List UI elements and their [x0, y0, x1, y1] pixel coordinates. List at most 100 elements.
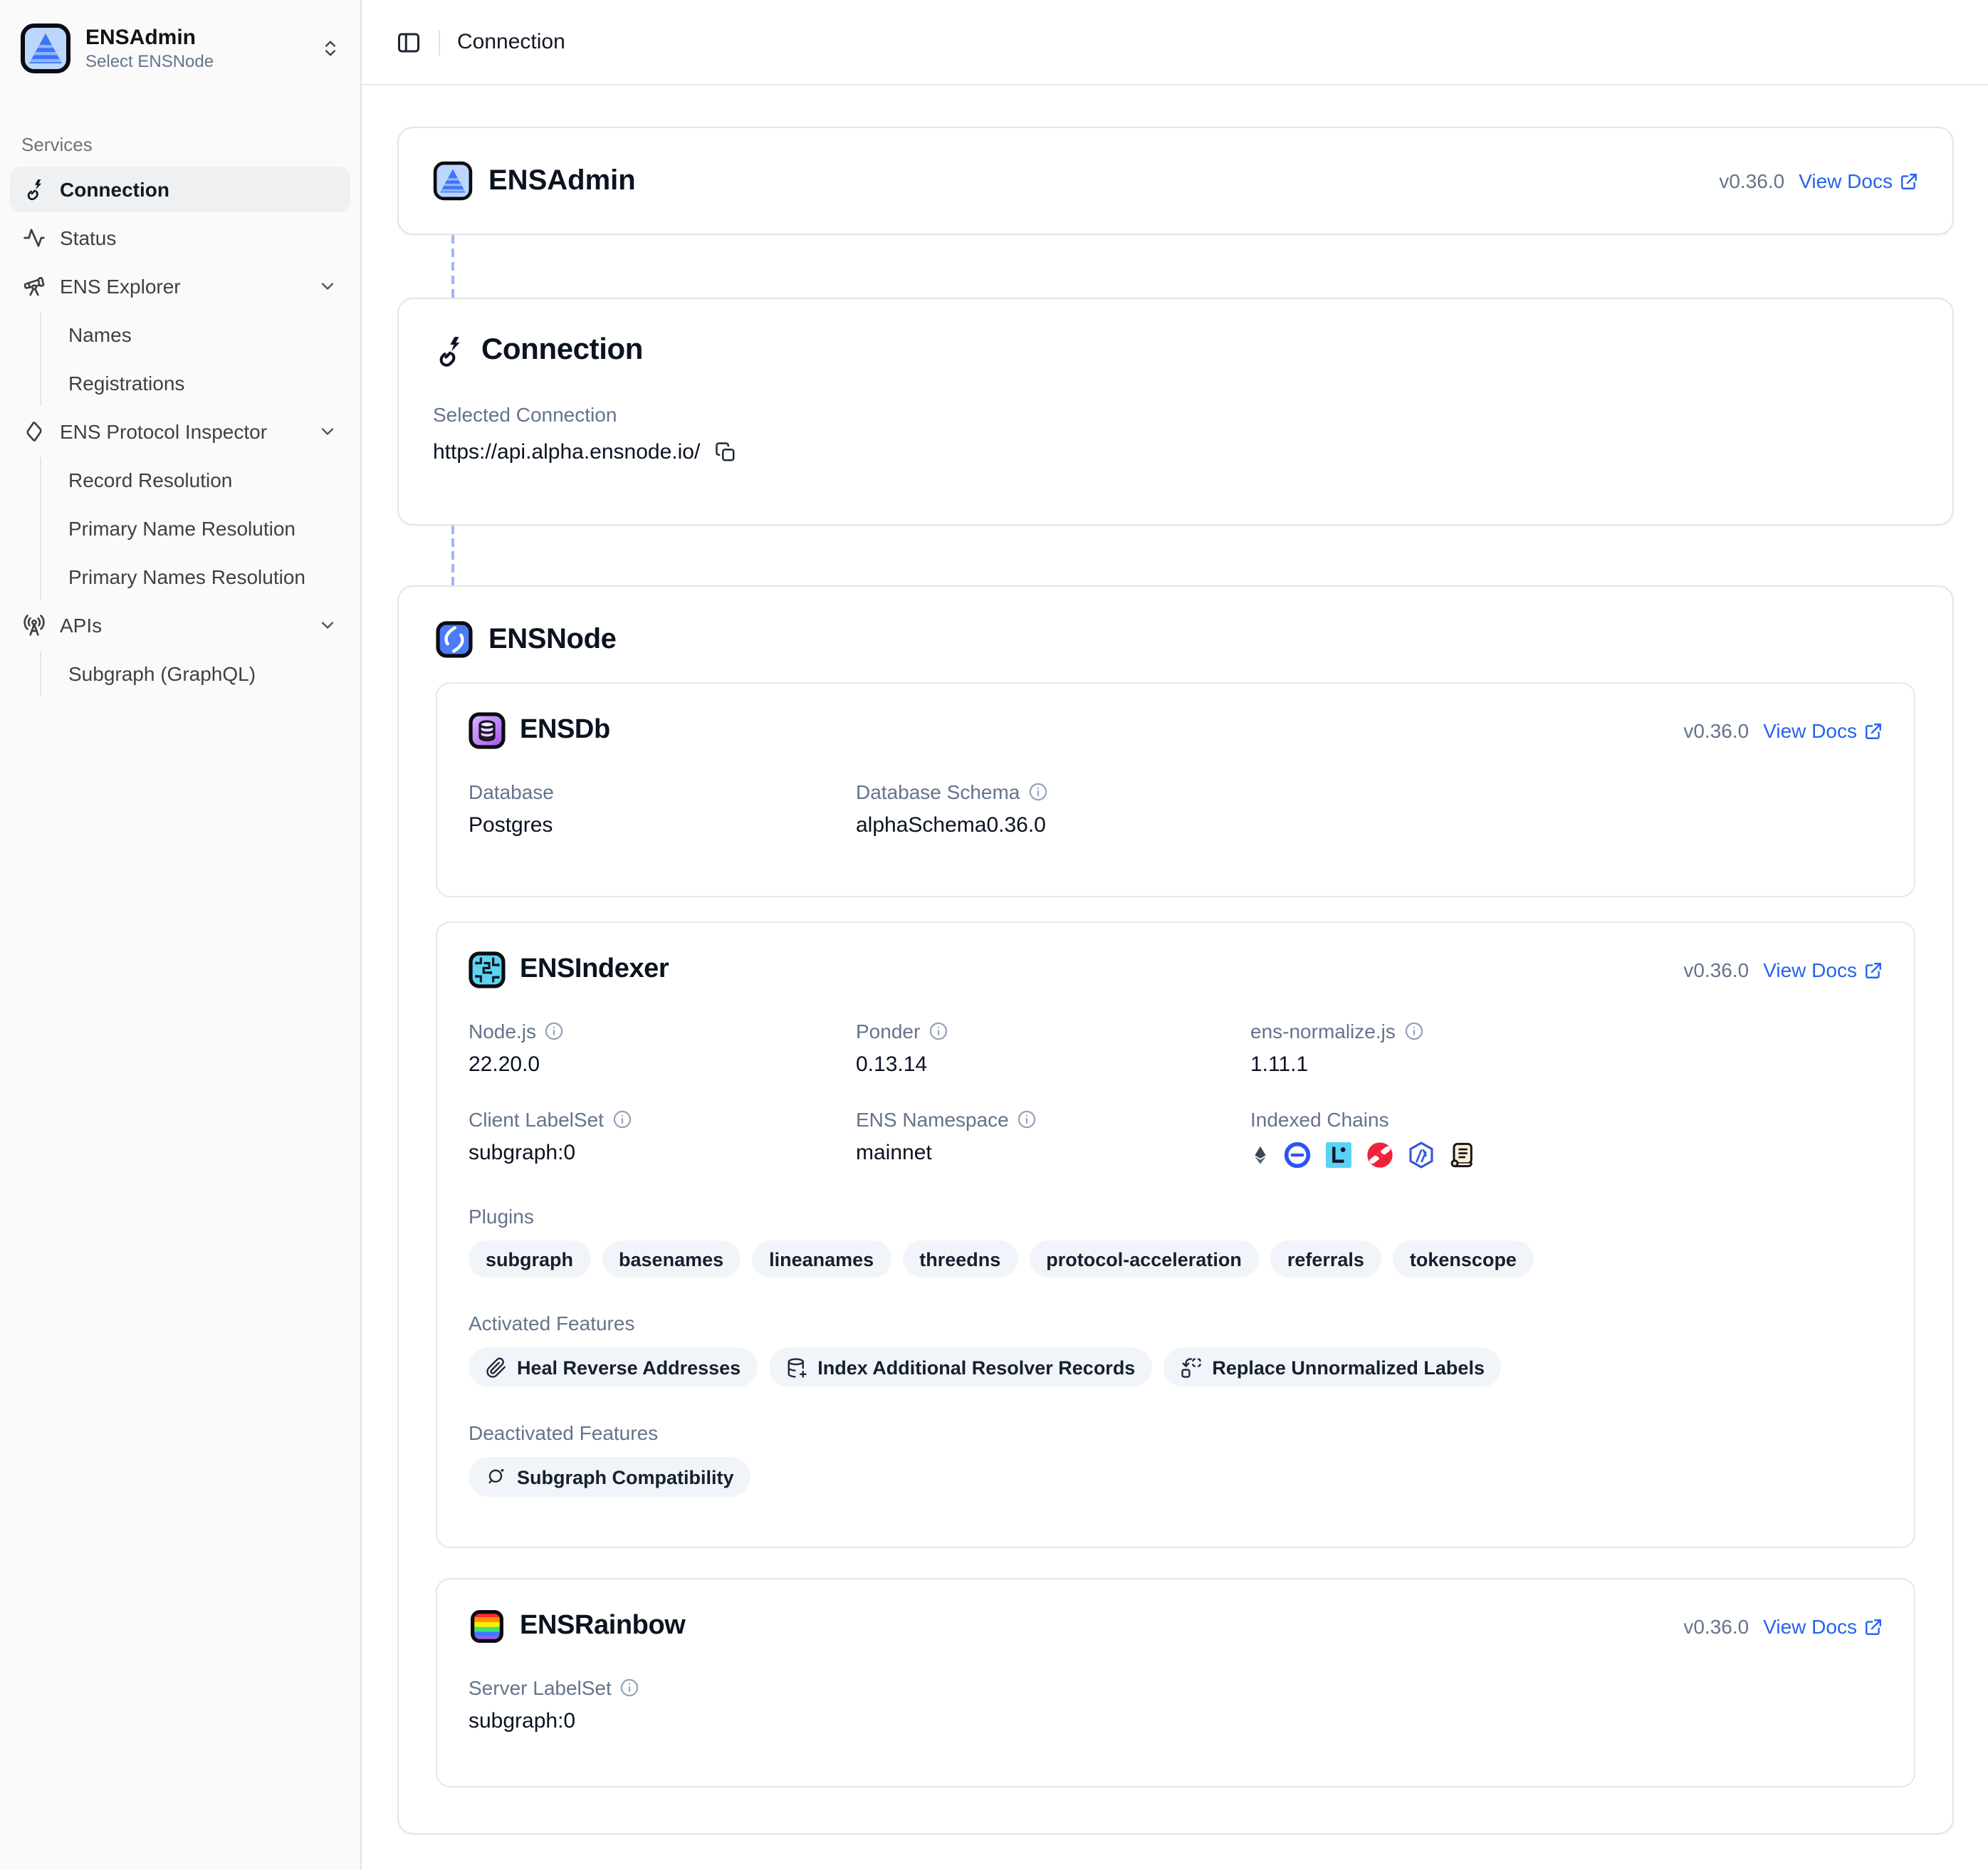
sidebar-item-status[interactable]: Status — [10, 215, 350, 261]
ethereum-icon — [1250, 1141, 1270, 1169]
database-plus-icon — [786, 1357, 807, 1378]
database-schema-value: alphaSchema0.36.0 — [856, 813, 1250, 837]
sidebar-item-ens-protocol-inspector[interactable]: ENS Protocol Inspector — [10, 409, 350, 454]
activated-features-label: Activated Features — [469, 1312, 1883, 1334]
chevron-down-icon — [318, 276, 338, 296]
view-docs-link[interactable]: View Docs — [1763, 958, 1883, 981]
sidebar-toggle-icon[interactable] — [396, 29, 422, 55]
connection-icon — [23, 178, 46, 201]
server-labelset-field: Server LabelSet subgraph:0 — [469, 1676, 856, 1733]
sidebar-nav: Connection Status ENS Explorer Names Reg… — [0, 167, 360, 696]
connector-line — [451, 526, 454, 585]
ensadmin-card-title: ENSAdmin — [488, 164, 636, 197]
sidebar-item-connection[interactable]: Connection — [10, 167, 350, 212]
sidebar-item-label: Record Resolution — [68, 469, 232, 491]
ensdb-card-title: ENSDb — [520, 715, 610, 746]
paperclip-icon — [486, 1357, 507, 1378]
radio-tower-icon — [23, 614, 46, 637]
sidebar-item-label: Subgraph (GraphQL) — [68, 662, 256, 685]
database-field: Database Postgres — [469, 780, 856, 837]
ensrainbow-card: ENSRainbow v0.36.0 View Docs Se — [436, 1578, 1915, 1787]
info-icon[interactable] — [620, 1678, 640, 1698]
services-section-label: Services — [21, 134, 360, 155]
feature-chip: Subgraph Compatibility — [469, 1457, 751, 1497]
ens-namespace-value: mainnet — [856, 1141, 1250, 1165]
sidebar-item-label: APIs — [60, 614, 102, 637]
version-badge: v0.36.0 — [1683, 1615, 1749, 1638]
ens-explorer-subgroup: Names Registrations — [40, 312, 350, 406]
ensnode-logo-icon — [436, 621, 473, 658]
sidebar-item-label: Names — [68, 323, 132, 346]
sidebar-item-primary-name-resolution[interactable]: Primary Name Resolution — [57, 506, 350, 551]
chevrons-up-down-icon — [320, 38, 340, 58]
ponder-value: 0.13.14 — [856, 1052, 1250, 1077]
client-labelset-value: subgraph:0 — [469, 1141, 856, 1165]
connection-card-title: Connection — [481, 333, 643, 367]
connector-line — [451, 235, 454, 298]
ensadmin-card: ENSAdmin v0.36.0 View Docs — [397, 127, 1954, 235]
scroll-icon — [1448, 1141, 1477, 1169]
sidebar-item-primary-names-resolution[interactable]: Primary Names Resolution — [57, 554, 350, 600]
ensdb-card: ENSDb v0.36.0 View Docs Database P — [436, 682, 1915, 897]
info-icon[interactable] — [545, 1021, 565, 1041]
view-docs-link[interactable]: View Docs — [1763, 719, 1883, 742]
plugins-list: subgraph basenames lineanames threedns p… — [469, 1240, 1883, 1278]
view-docs-link[interactable]: View Docs — [1799, 169, 1918, 192]
client-labelset-field: Client LabelSet subgraph:0 — [469, 1108, 856, 1171]
ensadmin-logo-icon — [433, 161, 473, 201]
sidebar-item-apis[interactable]: APIs — [10, 602, 350, 648]
info-icon[interactable] — [1017, 1109, 1037, 1129]
activity-icon — [23, 226, 46, 249]
view-docs-link[interactable]: View Docs — [1763, 1615, 1883, 1638]
info-icon[interactable] — [612, 1109, 632, 1129]
ensindexer-card: ENSIndexer v0.36.0 View Docs N — [436, 921, 1915, 1548]
ensrainbow-logo-icon — [469, 1608, 506, 1645]
optimism-icon — [1366, 1141, 1394, 1169]
chevron-down-icon — [318, 615, 338, 635]
sidebar-item-label: ENS Protocol Inspector — [60, 420, 267, 443]
selected-connection-label: Selected Connection — [433, 403, 1918, 426]
replace-icon — [1181, 1357, 1202, 1378]
ensdb-logo-icon — [469, 712, 506, 749]
ens-namespace-field: ENS Namespace mainnet — [856, 1108, 1250, 1171]
arbitrum-icon — [1407, 1141, 1435, 1169]
info-icon[interactable] — [1404, 1021, 1424, 1041]
plugin-chip: protocol-acceleration — [1029, 1240, 1259, 1278]
database-value: Postgres — [469, 813, 856, 837]
base-icon — [1283, 1141, 1312, 1169]
ponder-field: Ponder 0.13.14 — [856, 1020, 1250, 1077]
feature-chip: Replace Unnormalized Labels — [1163, 1347, 1502, 1387]
ensadmin-app: ENSAdmin Select ENSNode Services Connect… — [0, 0, 1988, 1870]
sidebar-item-names[interactable]: Names — [57, 312, 350, 357]
plugin-chip: lineanames — [752, 1240, 891, 1278]
ensnode-switcher[interactable]: ENSAdmin Select ENSNode — [11, 14, 349, 83]
chevron-down-icon — [318, 422, 338, 442]
feature-chip: Index Additional Resolver Records — [769, 1347, 1152, 1387]
copy-icon[interactable] — [714, 442, 736, 463]
topbar-divider — [439, 29, 440, 55]
sidebar-item-ens-explorer[interactable]: ENS Explorer — [10, 263, 350, 309]
info-icon[interactable] — [1028, 782, 1048, 802]
sidebar-item-label: Connection — [60, 178, 169, 201]
app-subtitle: Select ENSNode — [85, 51, 306, 72]
ensrainbow-card-title: ENSRainbow — [520, 1611, 685, 1642]
sidebar: ENSAdmin Select ENSNode Services Connect… — [0, 0, 362, 1870]
sidebar-item-label: Status — [60, 226, 116, 249]
sidebar-item-registrations[interactable]: Registrations — [57, 360, 350, 406]
connection-card: Connection Selected Connection https://a… — [397, 298, 1954, 526]
external-link-icon — [1864, 721, 1883, 740]
external-link-icon — [1864, 961, 1883, 979]
info-icon[interactable] — [928, 1021, 948, 1041]
plugin-chip: basenames — [602, 1240, 741, 1278]
nodejs-field: Node.js 22.20.0 — [469, 1020, 856, 1077]
ensnode-card-title: ENSNode — [488, 623, 616, 656]
sidebar-item-subgraph-graphql[interactable]: Subgraph (GraphQL) — [57, 651, 350, 696]
topbar: Connection — [362, 0, 1988, 85]
sidebar-item-record-resolution[interactable]: Record Resolution — [57, 457, 350, 503]
connection-url: https://api.alpha.ensnode.io/ — [433, 440, 700, 464]
ensindexer-logo-icon — [469, 951, 506, 988]
ens-diamond-icon — [23, 420, 46, 443]
activated-features-list: Heal Reverse Addresses Index Additional … — [469, 1347, 1883, 1387]
plugin-chip: subgraph — [469, 1240, 590, 1278]
sidebar-item-label: Primary Name Resolution — [68, 517, 295, 540]
